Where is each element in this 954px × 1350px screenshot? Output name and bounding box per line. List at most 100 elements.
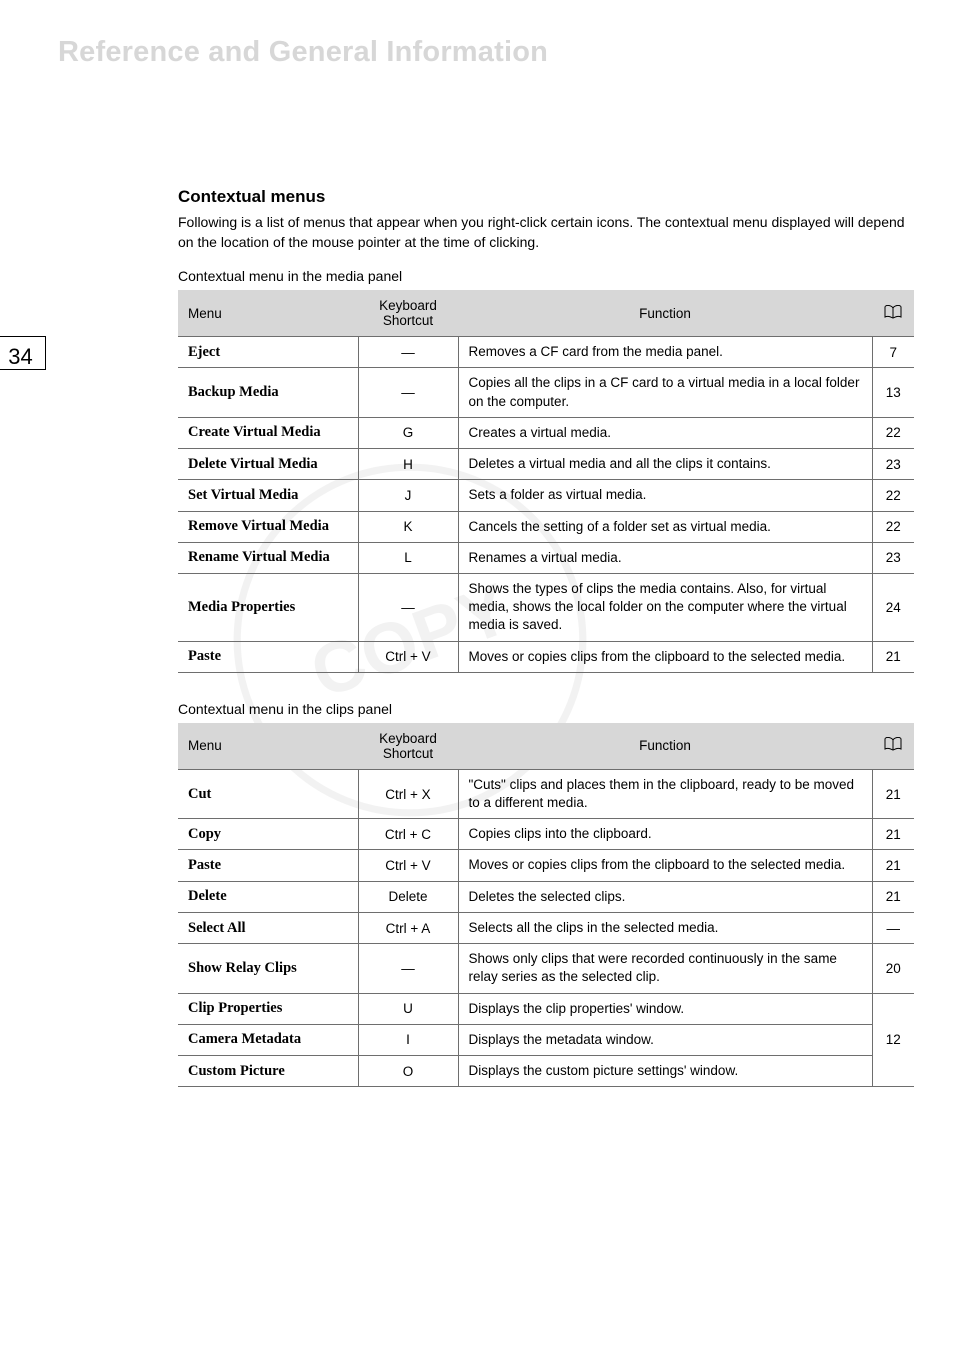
menu-cell: Paste	[178, 850, 358, 881]
function-cell: Moves or copies clips from the clipboard…	[458, 641, 872, 672]
chapter-title: Reference and General Information	[0, 0, 954, 69]
menu-cell: Cut	[178, 769, 358, 818]
table-row: Media Properties—Shows the types of clip…	[178, 573, 914, 641]
menu-cell: Delete Virtual Media	[178, 449, 358, 480]
menu-cell: Set Virtual Media	[178, 480, 358, 511]
function-cell: Shows only clips that were recorded cont…	[458, 944, 872, 993]
table-row: Set Virtual MediaJSets a folder as virtu…	[178, 480, 914, 511]
function-cell: Displays the custom picture settings' wi…	[458, 1056, 872, 1087]
shortcut-cell: U	[358, 993, 458, 1024]
table-row: Custom PictureODisplays the custom pictu…	[178, 1056, 914, 1087]
menu-cell: Delete	[178, 881, 358, 912]
table-row: Delete Virtual MediaHDeletes a virtual m…	[178, 449, 914, 480]
menu-cell: Clip Properties	[178, 993, 358, 1024]
shortcut-cell: J	[358, 480, 458, 511]
shortcut-cell: O	[358, 1056, 458, 1087]
function-cell: Copies all the clips in a CF card to a v…	[458, 368, 872, 417]
table-row: Create Virtual MediaGCreates a virtual m…	[178, 417, 914, 448]
function-cell: Selects all the clips in the selected me…	[458, 912, 872, 943]
menu-cell: Media Properties	[178, 573, 358, 641]
col-header-function: Function	[458, 290, 872, 337]
shortcut-cell: —	[358, 337, 458, 368]
function-cell: Deletes the selected clips.	[458, 881, 872, 912]
page-cell: 22	[872, 480, 914, 511]
section-intro: Following is a list of menus that appear…	[178, 213, 914, 252]
page-cell: 21	[872, 641, 914, 672]
page-cell: 12	[872, 993, 914, 1087]
table-row: DeleteDeleteDeletes the selected clips.2…	[178, 881, 914, 912]
shortcut-cell: K	[358, 511, 458, 542]
clips-panel-table: Menu Keyboard Shortcut Function CutCtrl …	[178, 723, 914, 1087]
page-ref-icon	[884, 737, 902, 754]
table1-title: Contextual menu in the media panel	[178, 268, 914, 284]
col-header-page	[872, 723, 914, 770]
page-cell: 21	[872, 881, 914, 912]
function-cell: Renames a virtual media.	[458, 542, 872, 573]
page-cell: 24	[872, 573, 914, 641]
shortcut-cell: Ctrl + V	[358, 641, 458, 672]
page-cell: 21	[872, 769, 914, 818]
menu-cell: Backup Media	[178, 368, 358, 417]
function-cell: Cancels the setting of a folder set as v…	[458, 511, 872, 542]
table-row: Rename Virtual MediaLRenames a virtual m…	[178, 542, 914, 573]
shortcut-cell: Delete	[358, 881, 458, 912]
menu-cell: Remove Virtual Media	[178, 511, 358, 542]
function-cell: Shows the types of clips the media conta…	[458, 573, 872, 641]
function-cell: Sets a folder as virtual media.	[458, 480, 872, 511]
col-header-page	[872, 290, 914, 337]
col-header-menu: Menu	[178, 723, 358, 770]
table-row: Remove Virtual MediaKCancels the setting…	[178, 511, 914, 542]
menu-cell: Eject	[178, 337, 358, 368]
table-row: Select AllCtrl + ASelects all the clips …	[178, 912, 914, 943]
page-cell: 21	[872, 850, 914, 881]
page-cell: 20	[872, 944, 914, 993]
table-row: Clip PropertiesUDisplays the clip proper…	[178, 993, 914, 1024]
shortcut-cell: L	[358, 542, 458, 573]
table-row: Eject—Removes a CF card from the media p…	[178, 337, 914, 368]
function-cell: Creates a virtual media.	[458, 417, 872, 448]
table-row: CutCtrl + X"Cuts" clips and places them …	[178, 769, 914, 818]
menu-cell: Create Virtual Media	[178, 417, 358, 448]
page-cell: —	[872, 912, 914, 943]
menu-cell: Custom Picture	[178, 1056, 358, 1087]
menu-cell: Camera Metadata	[178, 1024, 358, 1055]
function-cell: Displays the clip properties' window.	[458, 993, 872, 1024]
shortcut-cell: —	[358, 944, 458, 993]
col-header-function: Function	[458, 723, 872, 770]
page-cell: 7	[872, 337, 914, 368]
table-row: Show Relay Clips—Shows only clips that w…	[178, 944, 914, 993]
page-cell: 21	[872, 819, 914, 850]
function-cell: Removes a CF card from the media panel.	[458, 337, 872, 368]
menu-cell: Paste	[178, 641, 358, 672]
media-panel-table: Menu Keyboard Shortcut Function Eject—Re…	[178, 290, 914, 673]
shortcut-cell: —	[358, 573, 458, 641]
shortcut-cell: —	[358, 368, 458, 417]
shortcut-cell: I	[358, 1024, 458, 1055]
shortcut-cell: Ctrl + X	[358, 769, 458, 818]
page-cell: 22	[872, 511, 914, 542]
menu-cell: Rename Virtual Media	[178, 542, 358, 573]
table2-title: Contextual menu in the clips panel	[178, 701, 914, 717]
table-row: Camera MetadataIDisplays the metadata wi…	[178, 1024, 914, 1055]
function-cell: "Cuts" clips and places them in the clip…	[458, 769, 872, 818]
function-cell: Deletes a virtual media and all the clip…	[458, 449, 872, 480]
page-cell: 22	[872, 417, 914, 448]
table-row: PasteCtrl + VMoves or copies clips from …	[178, 850, 914, 881]
page-cell: 23	[872, 542, 914, 573]
shortcut-cell: Ctrl + A	[358, 912, 458, 943]
col-header-shortcut: Keyboard Shortcut	[358, 723, 458, 770]
menu-cell: Show Relay Clips	[178, 944, 358, 993]
shortcut-cell: H	[358, 449, 458, 480]
page-side-number: 34	[0, 336, 46, 370]
shortcut-cell: Ctrl + C	[358, 819, 458, 850]
table-row: Backup Media—Copies all the clips in a C…	[178, 368, 914, 417]
section-heading: Contextual menus	[178, 187, 914, 207]
menu-cell: Select All	[178, 912, 358, 943]
col-header-shortcut: Keyboard Shortcut	[358, 290, 458, 337]
menu-cell: Copy	[178, 819, 358, 850]
page-ref-icon	[884, 305, 902, 322]
table-row: CopyCtrl + CCopies clips into the clipbo…	[178, 819, 914, 850]
col-header-menu: Menu	[178, 290, 358, 337]
table-row: PasteCtrl + VMoves or copies clips from …	[178, 641, 914, 672]
function-cell: Displays the metadata window.	[458, 1024, 872, 1055]
